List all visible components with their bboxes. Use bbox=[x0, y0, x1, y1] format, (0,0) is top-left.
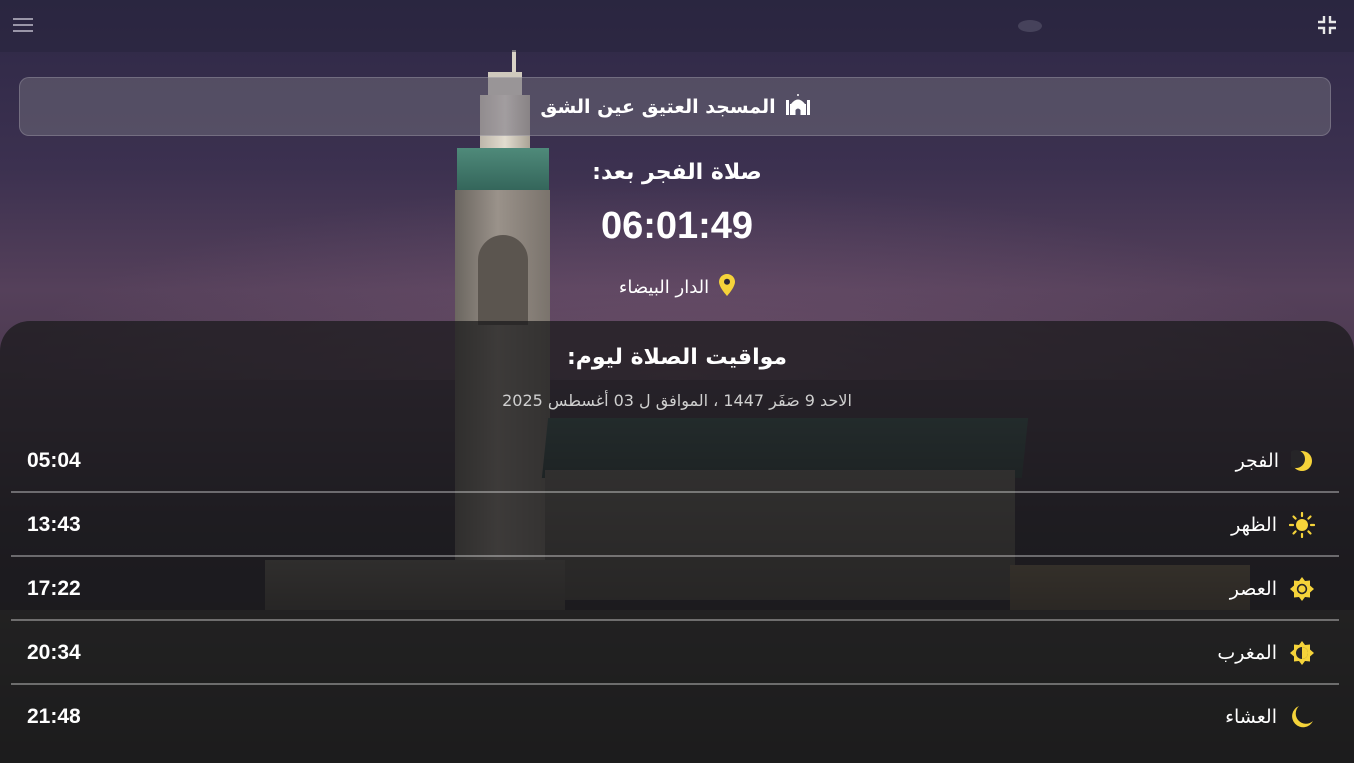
prayer-time: 20:34 bbox=[27, 641, 81, 664]
prayer-name: العشاء bbox=[1225, 706, 1277, 728]
app-screen: المسجد العتيق عين الشق صلاة الفجر بعد: 0… bbox=[0, 0, 1354, 763]
prayer-name: الظهر bbox=[1231, 514, 1277, 536]
prayer-row-fajr: 05:04 الفجر bbox=[11, 429, 1339, 493]
prayer-row-isha: 21:48 العشاء bbox=[11, 685, 1339, 749]
location-pin-icon bbox=[719, 274, 736, 301]
prayer-time: 05:04 bbox=[27, 449, 81, 472]
prayer-time: 21:48 bbox=[27, 705, 81, 728]
prayer-row-maghrib: 20:34 المغرب bbox=[11, 621, 1339, 685]
prayer-row-asr: 17:22 العصر bbox=[11, 557, 1339, 621]
hamburger-menu-icon[interactable] bbox=[8, 12, 38, 38]
countdown-timer: 06:01:49 bbox=[600, 205, 754, 247]
prayer-time: 17:22 bbox=[27, 577, 81, 600]
prayer-row-dhuhr: 13:43 الظهر bbox=[11, 493, 1339, 557]
panel-date: الاحد 9 صَفَر 1447 ، الموافق ل 03 أغسطس … bbox=[502, 391, 852, 410]
prayer-times-panel: مواقيت الصلاة ليوم: الاحد 9 صَفَر 1447 ،… bbox=[0, 321, 1354, 763]
sun-icon bbox=[1289, 512, 1315, 538]
minaret-spire bbox=[512, 50, 516, 74]
prayer-time: 13:43 bbox=[27, 513, 81, 536]
mosque-name: المسجد العتيق عين الشق bbox=[540, 95, 776, 118]
top-bar bbox=[0, 0, 1354, 52]
prayer-name: الفجر bbox=[1235, 450, 1279, 472]
prayer-name: العصر bbox=[1229, 578, 1277, 600]
mosque-name-banner[interactable]: المسجد العتيق عين الشق bbox=[19, 77, 1331, 136]
night-moon-icon bbox=[1289, 704, 1315, 730]
crescent-moon-icon bbox=[1291, 449, 1315, 473]
city-name: الدار البيضاء bbox=[618, 277, 710, 298]
location-row[interactable]: الدار البيضاء bbox=[0, 274, 1354, 301]
sun-badge-icon bbox=[1289, 576, 1315, 602]
half-sun-icon bbox=[1289, 640, 1315, 666]
mosque-icon bbox=[785, 93, 810, 120]
exit-fullscreen-icon[interactable] bbox=[1314, 12, 1340, 38]
next-prayer-label: صلاة الفجر بعد: bbox=[592, 160, 762, 185]
panel-title: مواقيت الصلاة ليوم: bbox=[566, 345, 788, 370]
prayer-name: المغرب bbox=[1217, 642, 1277, 664]
